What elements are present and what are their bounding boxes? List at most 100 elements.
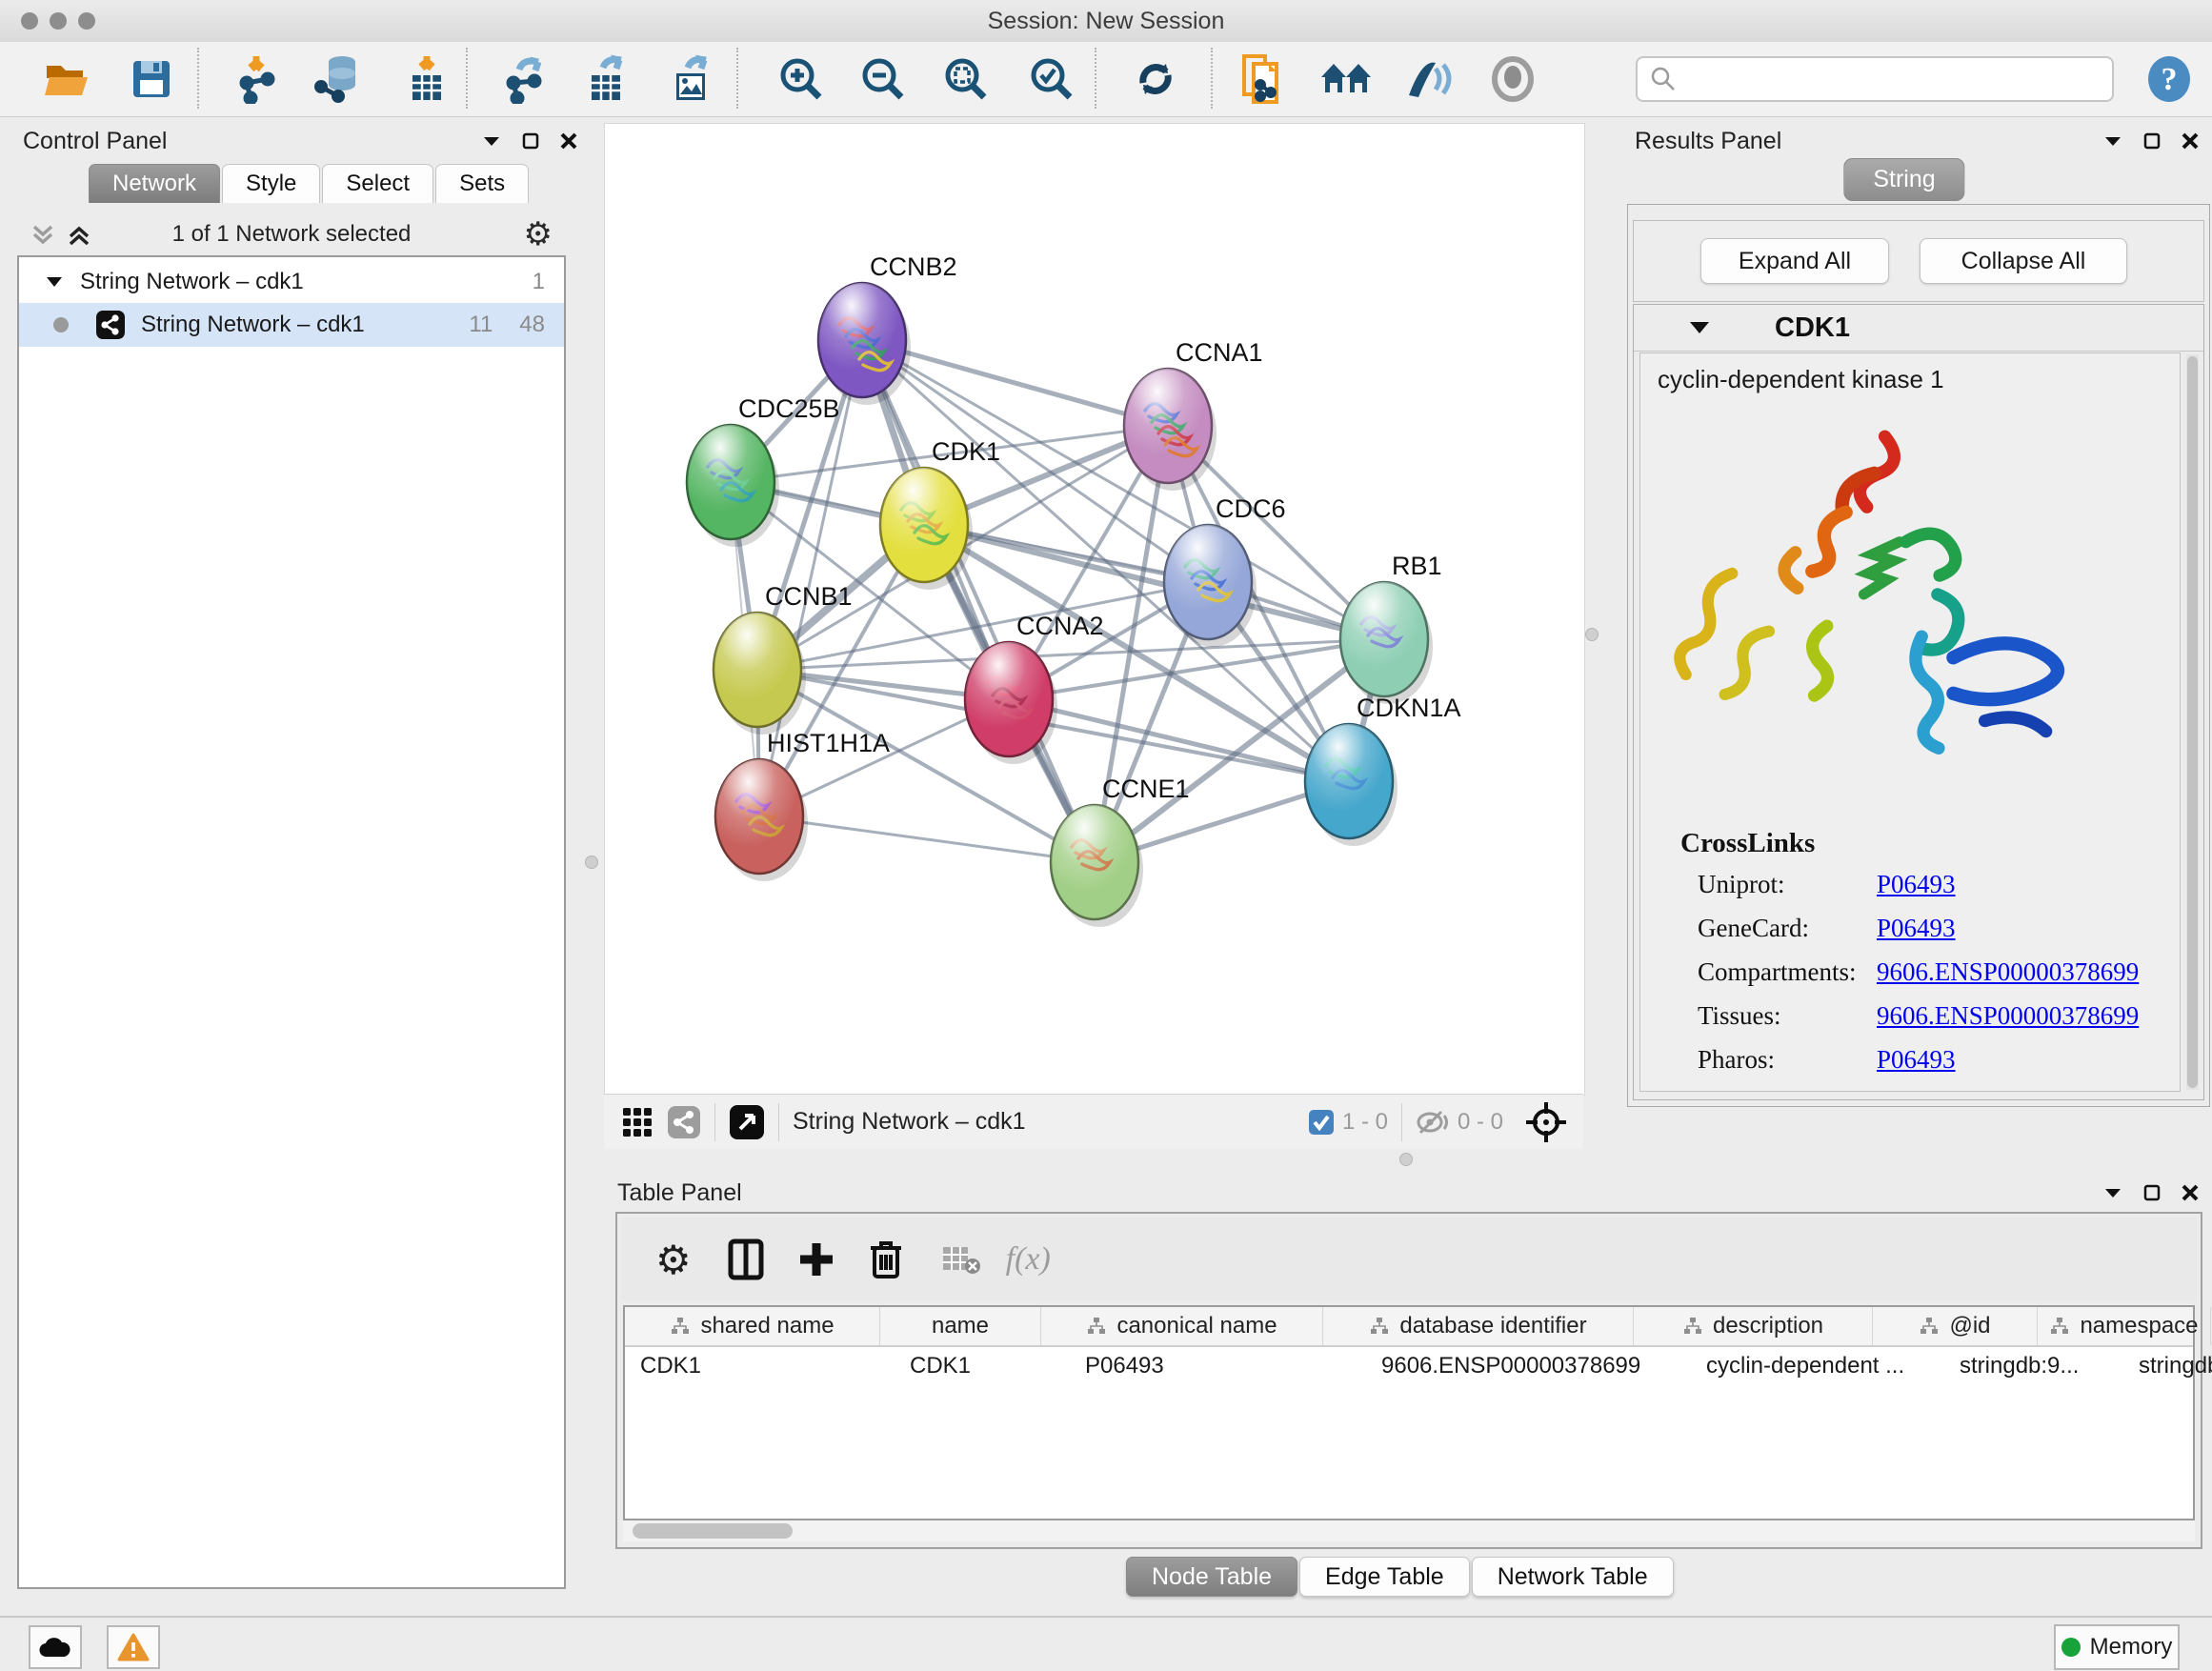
network-node-CCNB2[interactable] [818,283,911,405]
show-columns-icon[interactable] [728,1238,764,1280]
panel-menu-icon[interactable] [2103,1186,2122,1199]
grid-view-icon[interactable] [621,1106,654,1138]
table-cell[interactable]: stringdb [2123,1347,2212,1385]
import-network-from-database-button[interactable] [312,50,367,108]
column-header-description[interactable]: description [1634,1307,1873,1345]
tab-style[interactable]: Style [222,164,320,203]
table-options-gear-icon[interactable]: ⚙ [655,1237,692,1283]
table-cell[interactable]: stringdb:9... [1944,1347,2123,1385]
tab-edge-table[interactable]: Edge Table [1299,1557,1470,1597]
close-panel-icon[interactable] [2182,132,2199,150]
close-panel-icon[interactable] [560,132,577,150]
birds-eye-view-icon[interactable] [729,1104,765,1140]
tab-network[interactable]: Network [89,164,220,203]
clone-network-button[interactable] [1234,50,1289,108]
column-header-name[interactable]: name [880,1307,1041,1345]
column-header-shared-name[interactable]: shared name [625,1307,880,1345]
tab-network-table[interactable]: Network Table [1472,1557,1674,1597]
export-table-button[interactable] [580,50,635,108]
results-scrollbar[interactable] [2186,354,2199,1090]
network-node-CDC6[interactable] [1164,525,1257,647]
import-network-button[interactable] [231,50,287,108]
zoom-in-button[interactable] [774,50,829,108]
selected-checkbox-icon[interactable] [1308,1109,1335,1136]
hide-glass-button[interactable] [1401,50,1457,108]
network-node-CCNB1[interactable] [714,613,806,735]
network-edge-CDK1-RB1[interactable] [924,525,1384,639]
network-node-CDKN1A[interactable] [1305,724,1398,846]
node-label-CCNE1: CCNE1 [1102,775,1190,803]
network-node-CCNA2[interactable] [965,642,1057,764]
bottom-splitter-handle[interactable] [1399,1153,1413,1166]
results-panel: Results Panel String Expand All Collapse… [1597,116,2212,1170]
collapse-entry-icon[interactable] [1689,320,1710,335]
column-header-namespace[interactable]: namespace [2038,1307,2211,1345]
crosslink-link[interactable]: P06493 [1877,914,1956,943]
network-collection-row[interactable]: String Network – cdk1 1 [19,261,564,303]
search-input[interactable] [1685,61,2112,97]
crosshair-icon[interactable] [1524,1100,1568,1144]
column-header-id[interactable]: @id [1873,1307,2038,1345]
zoom-fit-button[interactable] [938,50,994,108]
network-canvas[interactable]: CCNB2CCNA1CDC25BCDK1CDC6RB1CCNB1CCNA2CDK… [604,123,1585,1096]
delete-column-trash-icon[interactable] [869,1238,903,1280]
crosslink-link[interactable]: P06493 [1877,1045,1956,1075]
crosslink-link[interactable]: 9606.ENSP00000378699 [1877,1001,2139,1031]
export-image-button[interactable] [665,50,720,108]
expand-all-button[interactable]: Expand All [1700,238,1889,284]
tab-sets[interactable]: Sets [435,164,529,203]
close-panel-icon[interactable] [2182,1184,2199,1201]
tree-expander-icon[interactable] [46,275,63,289]
open-session-button[interactable] [40,50,95,108]
tab-string[interactable]: String [1843,158,1964,201]
network-node-HIST1H1A[interactable] [715,759,808,881]
network-edge-HIST1H1A-CCNE1[interactable] [759,816,1095,862]
network-node-CCNE1[interactable] [1051,805,1143,927]
delete-table-icon[interactable] [941,1243,981,1276]
presentation-eye-button[interactable] [1485,50,1540,108]
zoom-out-button[interactable] [855,50,911,108]
table-hscrollbar[interactable] [623,1520,2195,1541]
table-cell[interactable]: 9606.ENSP00000378699 [1366,1347,1691,1385]
panel-menu-icon[interactable] [482,134,501,148]
column-header-database-identifier[interactable]: database identifier [1323,1307,1634,1345]
gene-entry-header[interactable]: CDK1 [1634,305,2203,352]
zoom-selected-button[interactable] [1024,50,1079,108]
table-cell[interactable]: CDK1 [625,1347,895,1385]
cloud-status-button[interactable] [29,1625,82,1669]
tab-select[interactable]: Select [322,164,433,203]
apply-layout-button[interactable] [1128,50,1183,108]
export-network-button[interactable] [498,50,553,108]
crosslink-link[interactable]: 9606.ENSP00000378699 [1877,957,2139,987]
network-node-RB1[interactable] [1340,582,1433,704]
table-cell[interactable]: CDK1 [895,1347,1070,1385]
table-cell[interactable]: cyclin-dependent ... [1691,1347,1944,1385]
network-view-mode-icon[interactable] [667,1105,701,1139]
string-home-button[interactable] [1318,50,1374,108]
create-column-plus-icon[interactable] [798,1241,835,1278]
save-session-button[interactable] [124,50,179,108]
import-table-button[interactable] [399,50,454,108]
network-node-CDK1[interactable] [880,468,973,590]
collapse-all-button[interactable]: Collapse All [1920,238,2127,284]
warnings-button[interactable] [107,1625,160,1669]
panel-menu-icon[interactable] [2103,134,2122,148]
network-options-gear-icon[interactable]: ⚙ [524,215,553,253]
memory-button[interactable]: Memory [2054,1624,2180,1670]
node-label-CDK1: CDK1 [932,437,1000,466]
network-row-selected[interactable]: String Network – cdk1 11 48 [19,303,564,347]
table-cell[interactable]: P06493 [1070,1347,1366,1385]
float-panel-icon[interactable] [522,132,539,150]
column-header-canonical-name[interactable]: canonical name [1041,1307,1323,1345]
float-panel-icon[interactable] [2143,1184,2161,1201]
network-node-CCNA1[interactable] [1124,369,1217,491]
left-splitter-handle[interactable] [585,856,598,869]
node-table-row[interactable]: CDK1CDK1P064939606.ENSP00000378699cyclin… [625,1347,2193,1385]
crosslink-link[interactable]: P06493 [1877,870,1956,899]
help-button[interactable]: ? [2142,50,2197,108]
function-builder-button[interactable]: f(x) [1006,1241,1051,1278]
float-panel-icon[interactable] [2143,132,2161,150]
network-edge-CCNB2-CCNE1[interactable] [862,340,1095,862]
tab-node-table[interactable]: Node Table [1126,1557,1297,1597]
hidden-eye-slash-icon[interactable] [1416,1109,1450,1136]
